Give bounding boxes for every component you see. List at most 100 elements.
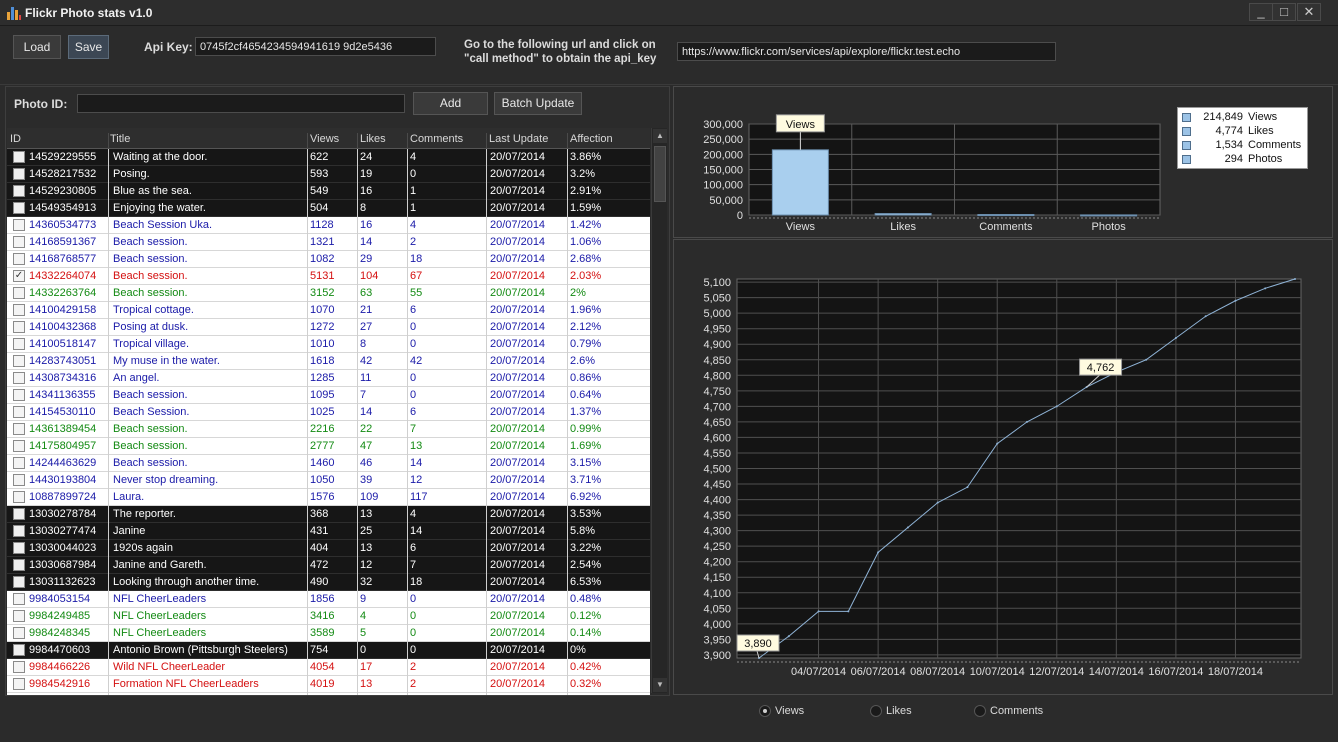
add-button[interactable]: Add — [413, 92, 488, 115]
data-point — [1145, 358, 1148, 361]
row-checkbox[interactable] — [13, 559, 25, 571]
table-row[interactable]: 13031132623 Looking through another time.… — [7, 574, 650, 591]
table-row[interactable]: 14100432368 Posing at dusk. 1272 27 0 20/07/2… — [7, 319, 650, 336]
cell-last-update: 20/07/2014 — [490, 151, 546, 163]
row-checkbox[interactable] — [13, 661, 25, 673]
table-row[interactable]: 14244463629 Beach session. 1460 46 14 20/07/2… — [7, 455, 650, 472]
table-row[interactable]: 14341136355 Beach session. 1095 7 0 20/07/201… — [7, 387, 650, 404]
close-button[interactable]: ✕ — [1297, 3, 1321, 21]
row-checkbox[interactable] — [13, 321, 25, 333]
row-checkbox[interactable] — [13, 576, 25, 588]
row-checkbox[interactable] — [13, 525, 25, 537]
header-comments[interactable]: Comments — [410, 133, 463, 145]
row-checkbox[interactable] — [13, 423, 25, 435]
table-row[interactable]: 14168768577 Beach session. 1082 29 18 20/07/2… — [7, 251, 650, 268]
row-checkbox[interactable] — [13, 491, 25, 503]
header-id[interactable]: ID — [10, 133, 21, 145]
row-checkbox[interactable] — [13, 338, 25, 350]
row-checkbox[interactable] — [13, 372, 25, 384]
api-url-field[interactable]: https://www.flickr.com/services/api/expl… — [677, 42, 1056, 61]
table-row[interactable]: 9984249485 NFL CheerLeaders 3416 4 0 20/07/20… — [7, 608, 650, 625]
api-key-input[interactable]: 0745f2cf4654234594941619 9d2e5436 — [195, 37, 436, 56]
header-affection[interactable]: Affection — [570, 133, 613, 145]
cell-views: 4054 — [310, 661, 335, 673]
row-checkbox[interactable] — [13, 406, 25, 418]
cell-id: 9984470603 — [29, 644, 91, 656]
row-checkbox[interactable] — [13, 593, 25, 605]
row-checkbox[interactable] — [13, 253, 25, 265]
cell-likes: 39 — [360, 474, 373, 486]
row-checkbox[interactable] — [13, 287, 25, 299]
table-row[interactable]: 14100429158 Tropical cottage. 1070 21 6 20/07… — [7, 302, 650, 319]
table-row[interactable]: 14528217532 Posing. 593 19 0 20/07/2014 3.2% — [7, 166, 650, 183]
y-tick-label: 4,400 — [703, 495, 731, 507]
header-views[interactable]: Views — [310, 133, 339, 145]
photo-id-label: Photo ID: — [14, 97, 68, 111]
header-title[interactable]: Title — [110, 133, 130, 145]
save-button[interactable]: Save — [68, 35, 109, 59]
table-row[interactable]: 9984470603 Antonio Brown (Pittsburgh Stee… — [7, 642, 650, 659]
scroll-down-icon[interactable]: ▼ — [653, 678, 667, 692]
table-row[interactable]: 9984466226 Wild NFL CheerLeader 4054 17 2 20/… — [7, 659, 650, 676]
table-row[interactable]: ✓ 14332264074 Beach session. 5131 104 67 20/07… — [7, 268, 650, 285]
scroll-up-icon[interactable]: ▲ — [653, 129, 667, 143]
table-row[interactable]: 13030044023 1920s again 404 13 6 20/07/2014 3.… — [7, 540, 650, 557]
cell-last-update: 20/07/2014 — [490, 644, 546, 656]
row-checkbox[interactable] — [13, 627, 25, 639]
table-row[interactable]: 14430193804 Never stop dreaming. 1050 39 12 2… — [7, 472, 650, 489]
table-row[interactable]: 14360534773 Beach Session Uka. 1128 16 4 20/0… — [7, 217, 650, 234]
photo-id-input[interactable] — [77, 94, 405, 113]
table-row[interactable]: 9984542916 Formation NFL CheerLeaders 4019… — [7, 676, 650, 693]
row-checkbox[interactable] — [13, 474, 25, 486]
row-checkbox[interactable] — [13, 236, 25, 248]
cell-affection: 1.06% — [570, 236, 602, 248]
table-row[interactable]: 14308734316 An angel. 1285 11 0 20/07/2014 0.8… — [7, 370, 650, 387]
row-checkbox[interactable] — [13, 508, 25, 520]
row-checkbox[interactable] — [13, 389, 25, 401]
row-checkbox[interactable] — [13, 185, 25, 197]
table-row[interactable]: 9984248345 NFL CheerLeaders 3589 5 0 20/07/20… — [7, 625, 650, 642]
table-row[interactable]: 14529230805 Blue as the sea. 549 16 1 20/07/2… — [7, 183, 650, 200]
table-row[interactable]: 14549354913 Enjoying the water. 504 8 1 20/07… — [7, 200, 650, 217]
row-checkbox[interactable] — [13, 457, 25, 469]
row-checkbox[interactable] — [13, 542, 25, 554]
scroll-thumb[interactable] — [654, 146, 666, 202]
table-row[interactable]: 14175804957 Beach session. 2777 47 13 20/07/2… — [7, 438, 650, 455]
row-checkbox[interactable] — [13, 355, 25, 367]
table-row[interactable]: 13030277474 Janine 431 25 14 20/07/2014 5.8% — [7, 523, 650, 540]
load-button[interactable]: Load — [13, 35, 61, 59]
table-row[interactable]: 14332263764 Beach session. 3152 63 55 20/07/2… — [7, 285, 650, 302]
row-checkbox[interactable] — [13, 168, 25, 180]
table-row[interactable]: 14100518147 Tropical village. 1010 8 0 20/07/… — [7, 336, 650, 353]
table-row[interactable]: 14529229555 Waiting at the door. 622 24 4 20/… — [7, 149, 650, 166]
row-checkbox[interactable] — [13, 644, 25, 656]
row-checkbox[interactable] — [13, 202, 25, 214]
cell-comments: 4 — [410, 508, 417, 520]
table-row[interactable]: 14361389454 Beach session. 2216 22 7 20/07/20… — [7, 421, 650, 438]
minimize-button[interactable]: _ — [1249, 3, 1273, 21]
header-likes[interactable]: Likes — [360, 133, 386, 145]
header-last-update[interactable]: Last Update — [489, 133, 548, 145]
cell-title: Posing at dusk. — [113, 321, 189, 333]
row-checkbox[interactable] — [13, 610, 25, 622]
row-checkbox[interactable] — [13, 678, 25, 690]
table-row[interactable]: 14283743051 My muse in the water. 1618 42 42… — [7, 353, 650, 370]
row-checkbox[interactable]: ✓ — [13, 270, 25, 282]
row-checkbox[interactable] — [13, 151, 25, 163]
row-checkbox[interactable] — [13, 219, 25, 231]
y-tick-label: 100,000 — [703, 180, 743, 192]
cell-affection: 0.86% — [570, 372, 602, 384]
batch-update-button[interactable]: Batch Update — [494, 92, 582, 115]
row-checkbox[interactable] — [13, 304, 25, 316]
row-checkbox[interactable] — [13, 440, 25, 452]
cell-last-update: 20/07/2014 — [490, 406, 546, 418]
table-row[interactable]: 13030687984 Janine and Gareth. 472 12 7 20/07… — [7, 557, 650, 574]
table-row[interactable]: 14154530110 Beach Session. 1025 14 6 20/07/20… — [7, 404, 650, 421]
table-row[interactable]: 14168591367 Beach session. 1321 14 2 20/07/20… — [7, 234, 650, 251]
table-row[interactable]: 10887899724 Laura. 1576 109 117 20/07/2014 6.9… — [7, 489, 650, 506]
table-scrollbar[interactable]: ▲ ▼ — [651, 128, 667, 693]
table-row[interactable]: 13030278784 The reporter. 368 13 4 20/07/2014… — [7, 506, 650, 523]
maximize-button[interactable]: □ — [1272, 3, 1296, 21]
cell-comments: 1 — [410, 185, 417, 197]
table-row[interactable]: 9984053154 NFL CheerLeaders 1856 9 0 20/07/20… — [7, 591, 650, 608]
